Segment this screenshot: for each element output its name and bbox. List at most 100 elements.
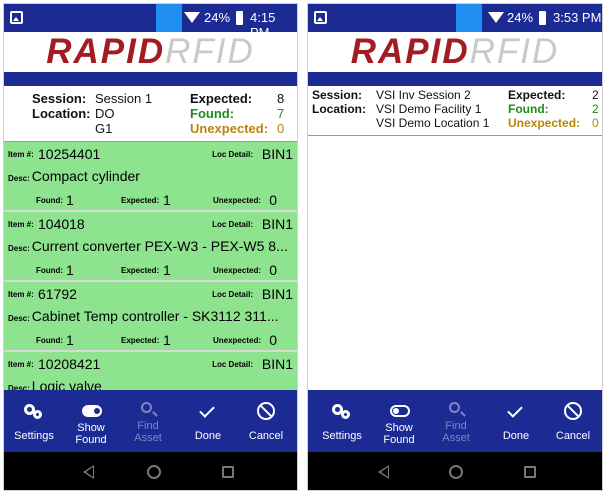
checkmark-icon bbox=[199, 402, 215, 418]
find-asset-label-2: Asset bbox=[134, 432, 162, 444]
done-button[interactable]: Done bbox=[488, 390, 544, 452]
checkmark-icon bbox=[507, 402, 523, 418]
show-found-label-1: Show bbox=[385, 422, 413, 434]
found-count: 1 bbox=[66, 262, 74, 278]
find-asset-label-1: Find bbox=[137, 420, 159, 432]
cancel-label: Cancel bbox=[555, 430, 591, 442]
find-asset-label-2: Asset bbox=[442, 432, 470, 444]
location-value-line2: G1 bbox=[95, 121, 113, 136]
cancel-button[interactable]: Cancel bbox=[545, 390, 601, 452]
back-icon[interactable] bbox=[378, 465, 389, 479]
inventory-item-list[interactable]: Item #: 10254401 Loc Detail: BIN1 Desc: C… bbox=[4, 142, 297, 390]
gears-icon bbox=[314, 402, 370, 422]
session-summary: Session: VSI Inv Session 2 Location: VSI… bbox=[308, 86, 602, 136]
cancel-icon bbox=[564, 402, 582, 420]
bottom-toolbar: Settings Show Found Find Asset Done Cancel bbox=[308, 390, 602, 452]
found-label: Found: bbox=[36, 196, 64, 205]
toggle-on-icon bbox=[82, 405, 102, 417]
show-found-label-2: Found bbox=[75, 434, 107, 446]
search-icon bbox=[449, 402, 460, 413]
found-value: 7 bbox=[277, 106, 285, 121]
inventory-item-row[interactable]: Item #: 61792 Loc Detail: BIN1 Desc: Cabi… bbox=[4, 282, 297, 352]
expected-label: Expected: bbox=[121, 336, 160, 345]
unexpected-count: 0 bbox=[269, 192, 277, 208]
settings-label: Settings bbox=[14, 430, 54, 442]
loc-detail-label: Loc Detail: bbox=[212, 360, 253, 369]
settings-button[interactable]: Settings bbox=[314, 390, 370, 452]
loc-detail: BIN1 bbox=[261, 216, 293, 232]
found-label: Found: bbox=[36, 266, 64, 275]
header-band bbox=[4, 72, 297, 86]
inventory-item-row[interactable]: Item #: 104018 Loc Detail: BIN1 Desc: Cur… bbox=[4, 212, 297, 282]
rapid-rfid-logo: RAPIDRFID bbox=[308, 32, 602, 72]
recent-apps-icon[interactable] bbox=[222, 466, 234, 478]
find-asset-button[interactable]: Find Asset bbox=[428, 390, 484, 452]
expected-label: Expected: bbox=[121, 196, 160, 205]
loc-detail-label: Loc Detail: bbox=[212, 290, 253, 299]
gallery-notification-icon bbox=[314, 11, 327, 24]
find-asset-label-1: Find bbox=[445, 420, 467, 432]
expected-value: 2 bbox=[592, 88, 599, 102]
expected-value: 8 bbox=[277, 91, 285, 106]
unexpected-label: Unexpected: bbox=[508, 116, 581, 130]
location-label: Location: bbox=[32, 106, 91, 121]
battery-percent: 24% bbox=[507, 10, 534, 25]
location-value-line2: VSI Demo Location 1 bbox=[376, 116, 490, 130]
logo-rapid: RAPID bbox=[350, 32, 470, 71]
expected-label: Expected: bbox=[121, 266, 160, 275]
unexpected-value: 0 bbox=[592, 116, 599, 130]
item-description: Logic valve bbox=[31, 378, 102, 390]
home-icon[interactable] bbox=[147, 465, 161, 479]
find-asset-button[interactable]: Find Asset bbox=[120, 390, 176, 452]
recent-apps-icon[interactable] bbox=[524, 466, 536, 478]
settings-label: Settings bbox=[322, 430, 362, 442]
expected-label: Expected: bbox=[508, 88, 566, 102]
item-number: 10208421 bbox=[38, 356, 101, 372]
item-number: 104018 bbox=[38, 216, 85, 232]
location-label: Location: bbox=[312, 102, 366, 116]
empty-item-list[interactable] bbox=[308, 136, 602, 390]
item-number: 61792 bbox=[38, 286, 77, 302]
item-description: Current converter PEX-W3 - PEX-W5 8... bbox=[31, 238, 288, 254]
status-bar: 24% 4:15 PM bbox=[4, 4, 297, 40]
done-label: Done bbox=[502, 430, 530, 442]
item-number-label: Item #: bbox=[8, 290, 34, 299]
expected-label: Expected: bbox=[190, 91, 253, 106]
back-icon[interactable] bbox=[83, 465, 94, 479]
show-found-toggle[interactable]: Show Found bbox=[63, 390, 119, 452]
done-label: Done bbox=[194, 430, 222, 442]
unexpected-value: 0 bbox=[277, 121, 285, 136]
found-label: Found: bbox=[190, 106, 235, 121]
search-icon bbox=[141, 402, 152, 413]
unexpected-label: Unexpected: bbox=[212, 266, 261, 275]
inventory-item-row[interactable]: Item #: 10208421 Loc Detail: BIN1 Desc: L… bbox=[4, 352, 297, 390]
battery-icon bbox=[539, 11, 546, 25]
session-value: VSI Inv Session 2 bbox=[376, 88, 471, 102]
home-icon[interactable] bbox=[449, 465, 463, 479]
left-device-screen: 24% 4:15 PM RAPIDRFID Session: Session 1… bbox=[3, 3, 298, 491]
inventory-item-row[interactable]: Item #: 10254401 Loc Detail: BIN1 Desc: C… bbox=[4, 142, 297, 212]
status-highlight bbox=[156, 4, 182, 32]
done-button[interactable]: Done bbox=[180, 390, 236, 452]
cancel-icon bbox=[257, 402, 275, 420]
gallery-notification-icon bbox=[10, 11, 23, 24]
battery-icon bbox=[236, 11, 243, 25]
cancel-button[interactable]: Cancel bbox=[238, 390, 294, 452]
rapid-rfid-logo: RAPIDRFID bbox=[4, 32, 297, 72]
battery-percent: 24% bbox=[204, 10, 231, 25]
expected-count: 1 bbox=[163, 262, 171, 278]
session-value: Session 1 bbox=[95, 91, 153, 106]
found-label: Found: bbox=[36, 336, 64, 345]
cancel-label: Cancel bbox=[248, 430, 284, 442]
show-found-label-2: Found bbox=[383, 434, 415, 446]
toggle-off-icon bbox=[390, 405, 410, 417]
header-band bbox=[308, 72, 602, 86]
settings-button[interactable]: Settings bbox=[6, 390, 62, 452]
unexpected-count: 0 bbox=[269, 262, 277, 278]
found-count: 1 bbox=[66, 192, 74, 208]
show-found-toggle[interactable]: Show Found bbox=[371, 390, 427, 452]
loc-detail-label: Loc Detail: bbox=[212, 220, 253, 229]
item-number-label: Item #: bbox=[8, 220, 34, 229]
loc-detail: BIN1 bbox=[261, 356, 293, 372]
desc-label: Desc: bbox=[8, 314, 30, 323]
